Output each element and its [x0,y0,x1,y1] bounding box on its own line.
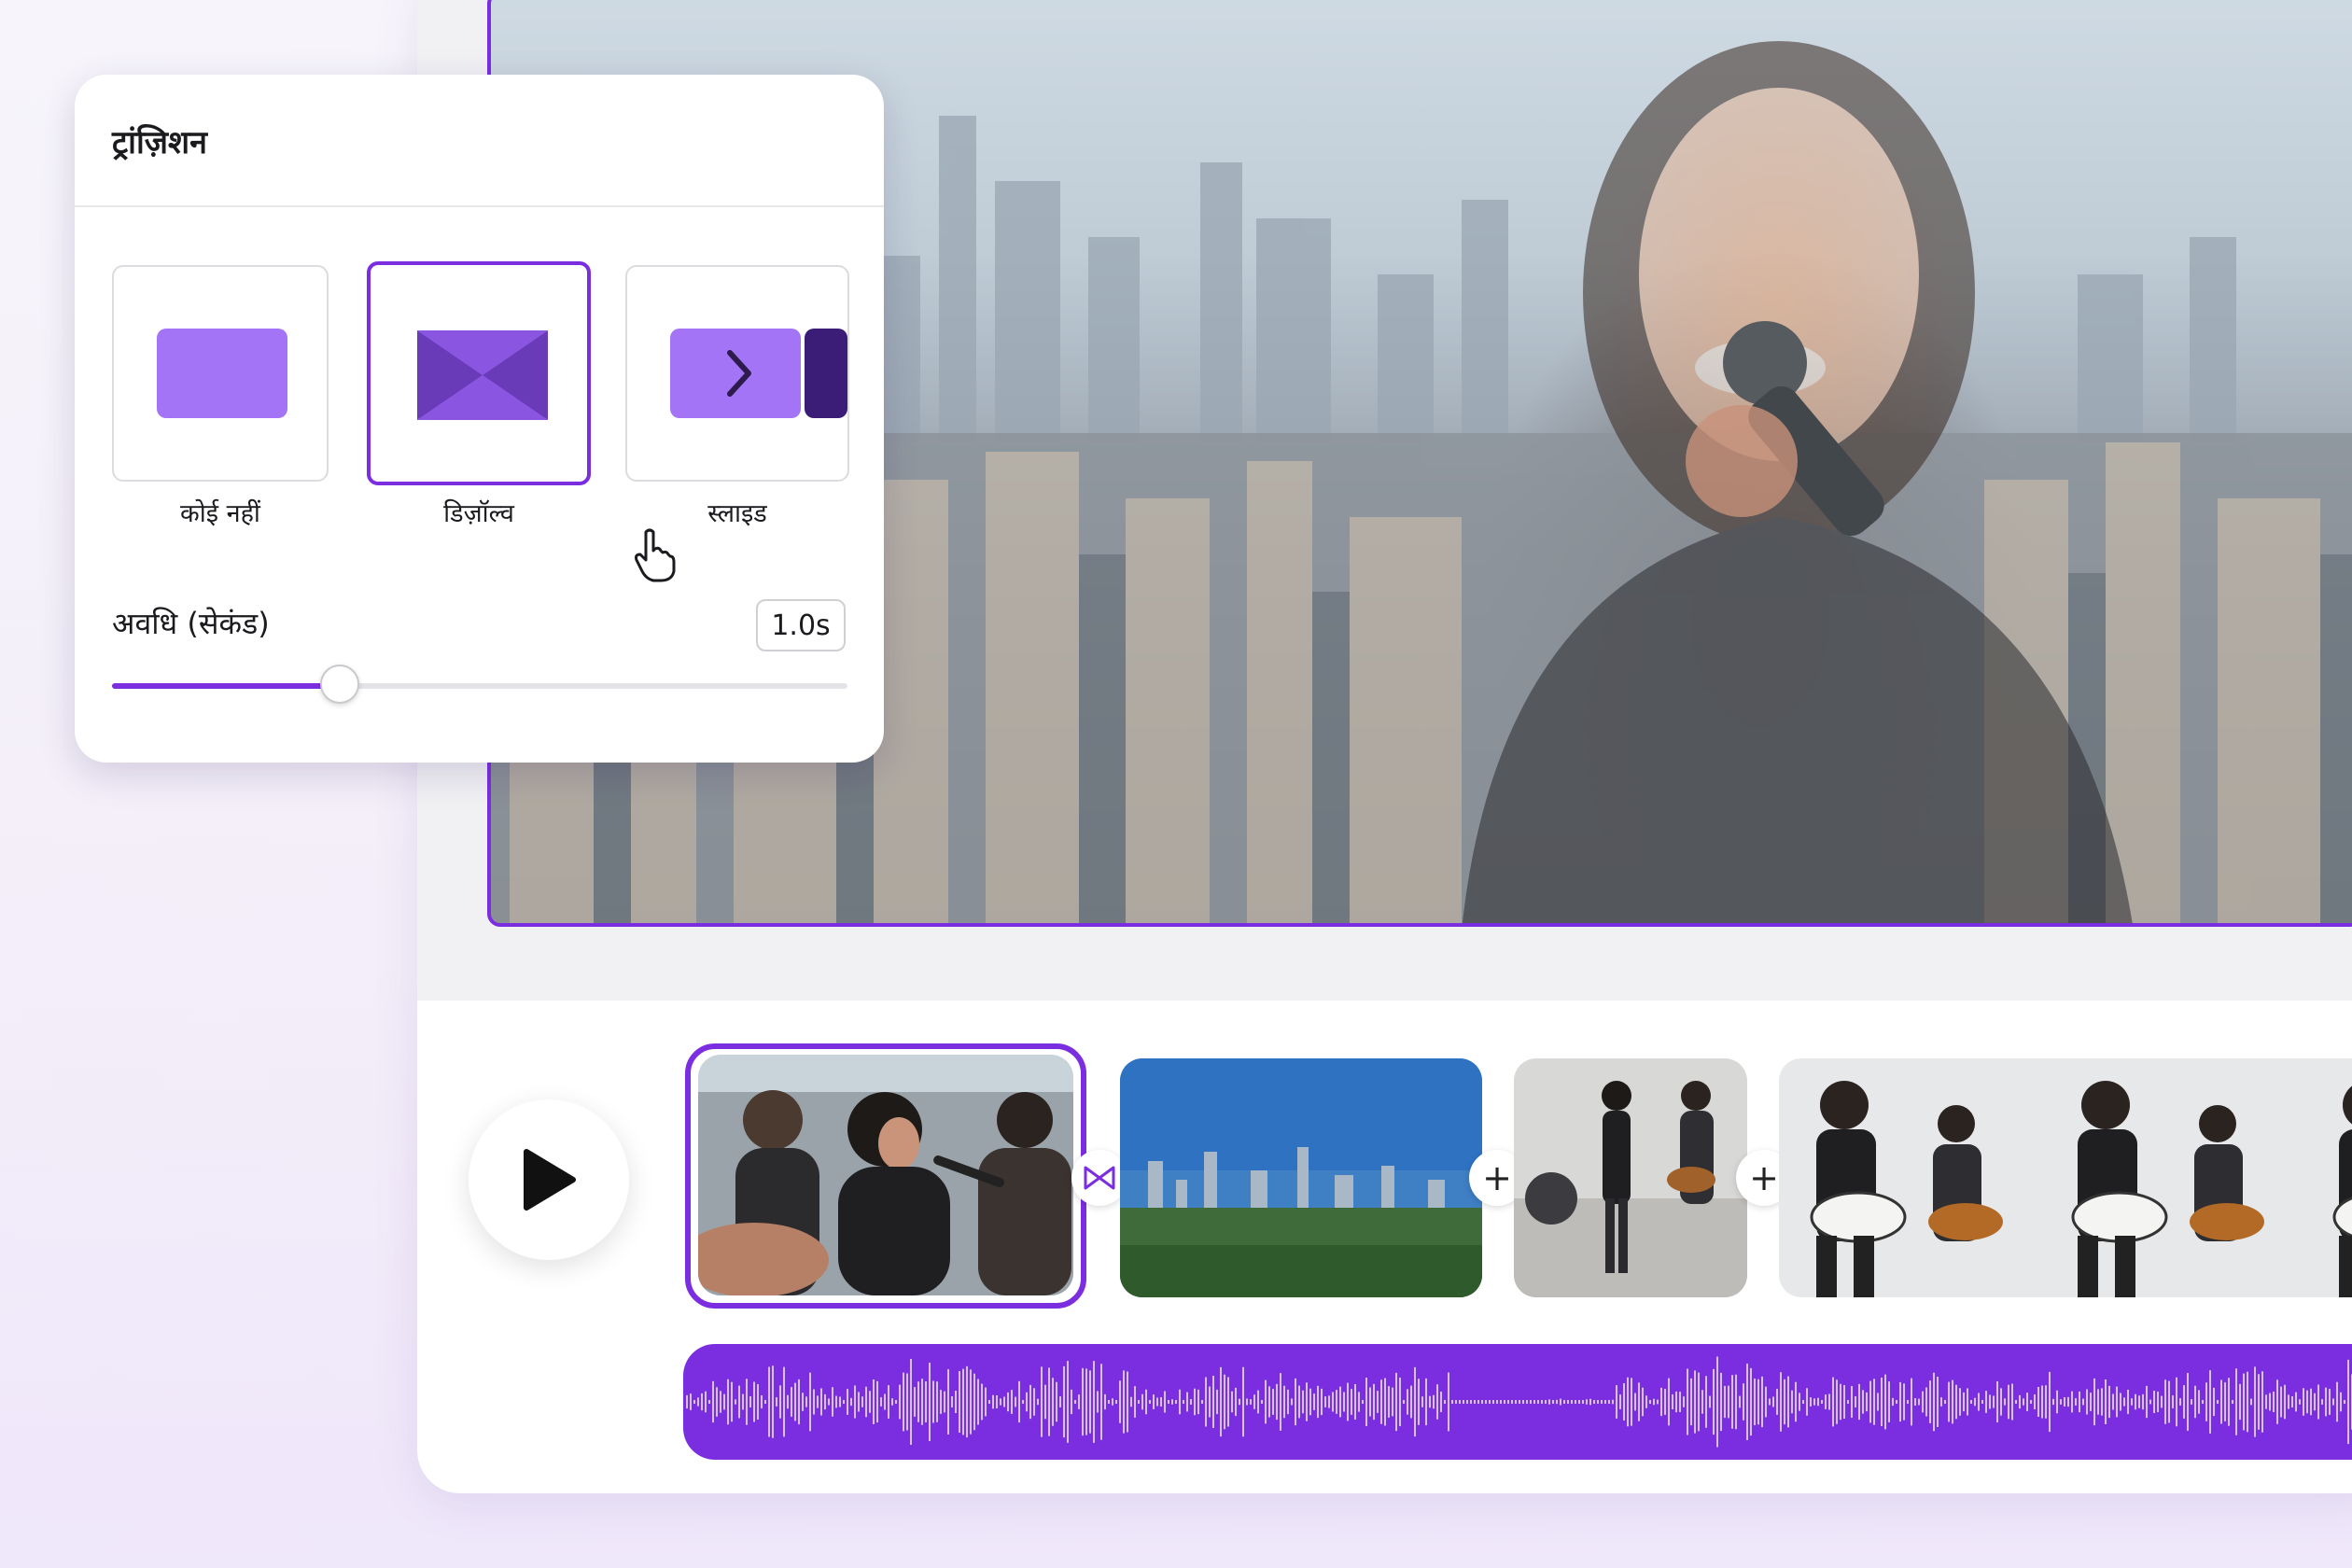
timeline-clip-3[interactable] [1514,1058,1747,1297]
duration-input[interactable]: 1.0s [756,599,846,651]
transition-label-dissolve: डिज़ॉल्व [443,499,514,528]
transition-option-slide[interactable] [625,265,849,482]
hand-cursor-icon [635,528,676,582]
clip-thumbnail-band-rooftop [1514,1058,1747,1297]
transition-node[interactable] [1071,1150,1127,1206]
clip-thumbnail-guitarist [1779,1058,2352,1297]
play-button[interactable] [469,1099,629,1260]
transition-label-none: कोई नहीं [180,499,260,528]
transition-panel: ट्रांज़िशन कोई नहीं डिज़ॉल्व स्लाइड अवधि… [75,75,884,763]
duration-label: अवधि (सेकंड) [112,606,270,641]
timeline-clip-4[interactable] [1779,1058,2352,1297]
duration-slider-thumb[interactable] [320,665,360,704]
clip-thumbnail-band-singer [698,1055,1073,1295]
panel-divider [75,205,884,207]
timeline-clip-1[interactable] [698,1055,1073,1295]
none-transition-icon [157,329,287,418]
slide-transition-icon [670,329,847,418]
transition-option-dissolve[interactable] [367,261,591,485]
audio-track[interactable] [683,1344,2352,1460]
bowtie-transition-icon [1084,1166,1115,1190]
play-icon [524,1149,576,1211]
duration-slider-fill [112,683,341,689]
transition-option-none[interactable] [112,265,329,482]
clip-thumbnail-city [1120,1058,1482,1297]
panel-title: ट्रांज़िशन [112,124,207,161]
waveform-bars [686,1356,2352,1448]
transition-label-slide: स्लाइड [707,499,767,528]
duration-slider[interactable] [112,665,847,704]
timeline-clip-2[interactable] [1120,1058,1482,1297]
waveform [686,1356,2352,1448]
dissolve-transition-icon [417,330,548,420]
